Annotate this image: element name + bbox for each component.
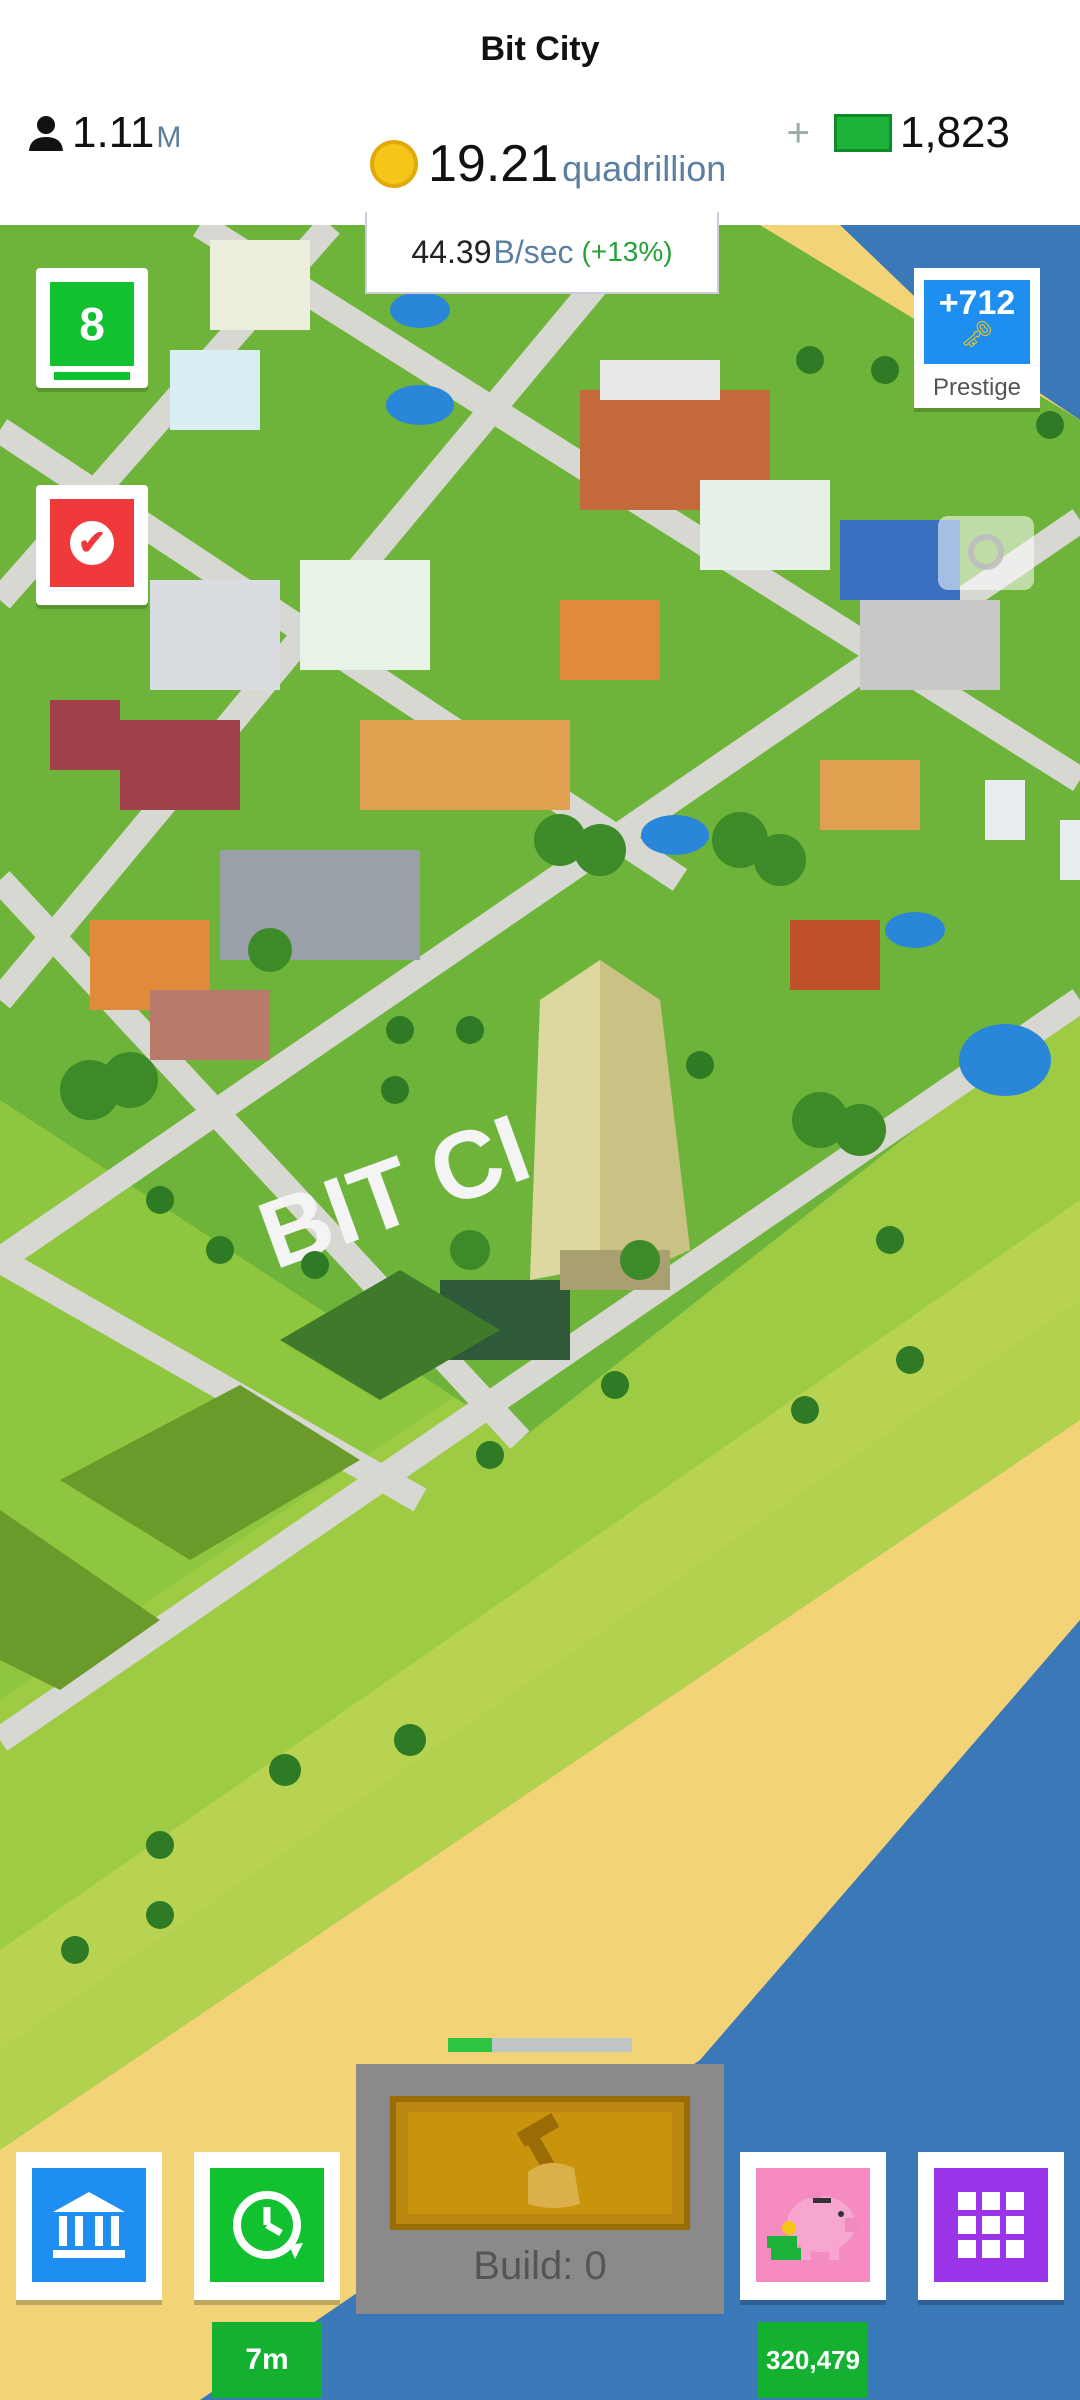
level-progress-bar bbox=[54, 372, 130, 380]
build-progress-fill bbox=[448, 2038, 493, 2052]
level-button[interactable]: 8 bbox=[36, 268, 148, 388]
boost-button[interactable] bbox=[194, 2152, 340, 2300]
prestige-button[interactable]: +712 🗝 Prestige bbox=[914, 268, 1040, 408]
income-rate-unit: B/sec bbox=[493, 233, 574, 270]
camera-icon bbox=[968, 534, 1004, 570]
check-icon: ✔ bbox=[70, 521, 114, 565]
bank-icon bbox=[53, 2192, 125, 2258]
grid-icon bbox=[958, 2192, 1024, 2258]
cash-counter[interactable]: + 1,823 bbox=[787, 108, 1010, 158]
money-unit: quadrillion bbox=[562, 148, 727, 189]
money-counter: 19.21 quadrillion bbox=[370, 134, 726, 194]
add-cash-button[interactable]: + bbox=[787, 111, 810, 156]
bank-button[interactable] bbox=[16, 2152, 162, 2300]
boost-timer: 7m bbox=[212, 2322, 322, 2398]
game-title: Bit City bbox=[480, 30, 600, 68]
income-rate: 44.39 B/sec (+13%) bbox=[365, 212, 719, 294]
build-button[interactable]: Build: 0 bbox=[356, 2064, 724, 2314]
piggy-bank-button[interactable] bbox=[740, 2152, 886, 2300]
population-counter: 1.11 M bbox=[26, 108, 181, 158]
prestige-label: Prestige bbox=[932, 374, 1022, 401]
piggy-bank-icon bbox=[767, 2188, 859, 2260]
camera-button[interactable] bbox=[938, 516, 1034, 590]
top-bar: Bit City 1.11 M 19.21 quadrillion + 1,82… bbox=[0, 0, 1080, 225]
coin-icon bbox=[370, 140, 418, 188]
tasks-button[interactable]: ✔ bbox=[36, 485, 148, 605]
cash-icon bbox=[833, 114, 892, 152]
key-icon: 🗝 bbox=[960, 319, 994, 349]
money-value: 19.21 bbox=[428, 135, 559, 193]
cash-value: 1,823 bbox=[899, 108, 1010, 157]
menu-button[interactable] bbox=[918, 2152, 1064, 2300]
population-value: 1.11 bbox=[72, 108, 155, 157]
population-suffix: M bbox=[156, 121, 182, 154]
income-rate-value: 44.39 bbox=[411, 233, 492, 270]
prestige-value: +712 bbox=[938, 284, 1016, 322]
piggy-bank-value: 320,479 bbox=[758, 2322, 868, 2398]
clock-icon bbox=[233, 2191, 303, 2259]
level-value: 8 bbox=[50, 282, 134, 366]
person-icon bbox=[29, 116, 63, 151]
hammer-hand-icon bbox=[516, 2113, 580, 2208]
income-rate-bonus: (+13%) bbox=[581, 236, 673, 267]
build-progress-bar bbox=[448, 2038, 632, 2052]
build-label: Build: 0 bbox=[473, 2244, 607, 2288]
